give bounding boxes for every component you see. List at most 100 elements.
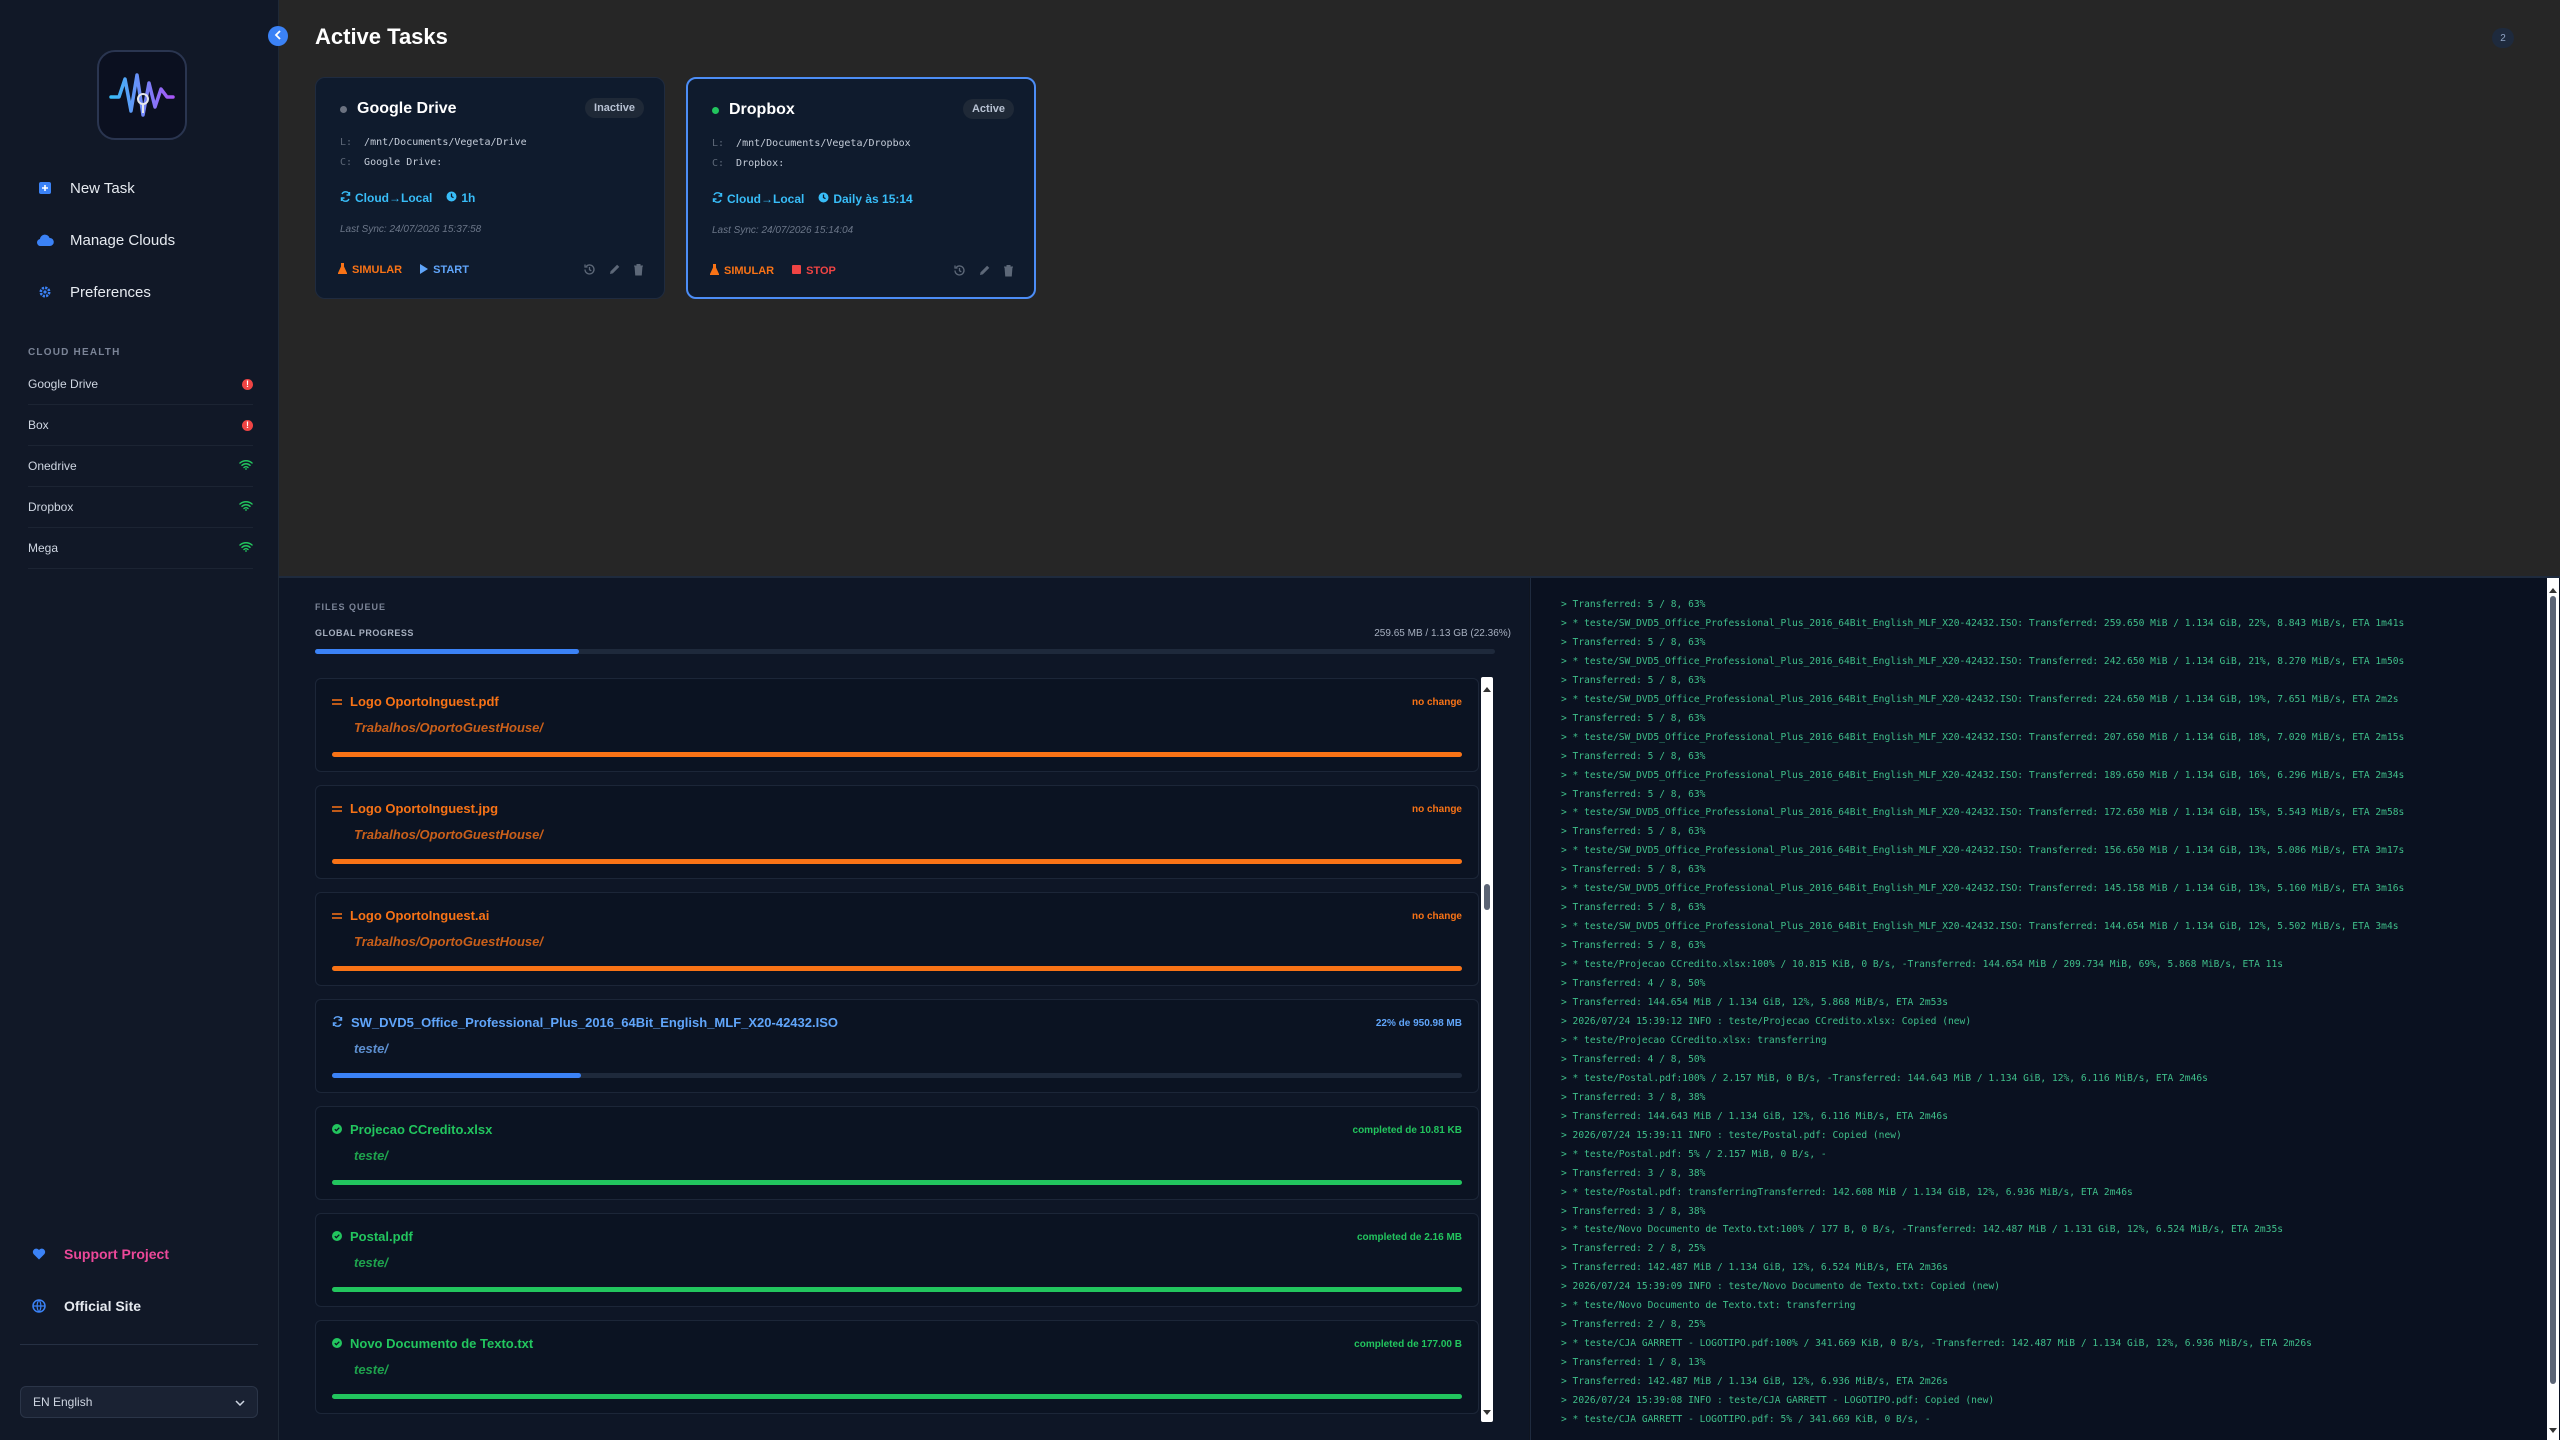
- simulate-button[interactable]: SIMULAR: [338, 263, 402, 277]
- history-icon[interactable]: [953, 264, 966, 282]
- local-key: L:: [340, 137, 353, 148]
- log-line: > Transferred: 5 / 8, 63%: [1561, 940, 1706, 952]
- file-name-label: Projecao CCredito.xlsx: [350, 1122, 493, 1137]
- cloud-health-title: CLOUD HEALTH: [28, 347, 121, 358]
- log-line: > Transferred: 3 / 8, 38%: [1561, 1091, 1706, 1103]
- direction-label: Cloud→Local: [727, 192, 805, 206]
- log-line: > * teste/CJA GARRETT - LOGOTIPO.pdf:100…: [1561, 1338, 2312, 1350]
- file-row[interactable]: Logo OportoInguest.ai Trabalhos/OportoGue…: [315, 892, 1479, 986]
- official-site-link[interactable]: Official Site: [28, 1286, 258, 1326]
- cloud-path-value: Google Drive:: [364, 157, 443, 168]
- wifi-icon: [239, 500, 253, 514]
- log-scroll-thumb[interactable]: [2550, 596, 2556, 1384]
- file-progress-bar: [332, 1073, 1462, 1078]
- task-name: Dropbox: [729, 101, 795, 118]
- trash-icon[interactable]: [1003, 264, 1014, 282]
- cloud-icon: [34, 234, 56, 247]
- file-directory: Trabalhos/OportoGuestHouse/: [354, 720, 544, 735]
- direction-chip: Cloud→Local: [712, 192, 804, 206]
- language-select[interactable]: EN English: [20, 1386, 258, 1418]
- log-line: > 2026/07/24 15:39:08 INFO : teste/CJA G…: [1561, 1395, 1995, 1407]
- trash-icon[interactable]: [633, 263, 644, 281]
- schedule-label: 1h: [461, 191, 476, 205]
- cloud-path-value: Dropbox:: [736, 158, 785, 169]
- stop-button[interactable]: STOP: [792, 264, 836, 278]
- history-icon[interactable]: [583, 263, 596, 281]
- file-status: no change: [1411, 804, 1462, 815]
- health-name: Mega: [28, 541, 59, 555]
- schedule-chip: Daily às 15:14: [818, 192, 913, 206]
- task-tools: [953, 264, 1014, 282]
- task-tools: [583, 263, 644, 281]
- simulate-button[interactable]: SIMULAR: [710, 264, 774, 278]
- sync-icon: [340, 191, 351, 205]
- log-line: > * teste/Projecao CCredito.xlsx:100% / …: [1561, 959, 2283, 971]
- file-row[interactable]: SW_DVD5_Office_Professional_Plus_2016_64…: [315, 999, 1479, 1093]
- waveform-logo-icon: [109, 73, 175, 117]
- file-name: Projecao CCredito.xlsx: [332, 1122, 492, 1137]
- local-path-value: /mnt/Documents/Vegeta/Drive: [364, 137, 527, 148]
- log-scrollbar[interactable]: [2547, 578, 2559, 1440]
- file-progress-bar: [332, 859, 1462, 864]
- start-button[interactable]: START: [420, 263, 469, 277]
- equals-icon: [332, 908, 342, 923]
- file-row[interactable]: Postal.pdf teste/completed de 2.16 MB: [315, 1213, 1479, 1307]
- stop-label: STOP: [806, 265, 836, 277]
- log-line: > Transferred: 5 / 8, 63%: [1561, 864, 1706, 876]
- log-line: > Transferred: 144.643 MiB / 1.134 GiB, …: [1561, 1110, 1948, 1122]
- task-card-dropbox[interactable]: Dropbox Active L: /mnt/Documents/Vegeta/D…: [686, 77, 1036, 299]
- file-progress-bar: [332, 1394, 1462, 1399]
- global-progress-value: 259.65 MB / 1.13 GB (22.36%): [1374, 628, 1511, 639]
- support-label: Support Project: [64, 1246, 170, 1262]
- log-line: > * teste/Novo Documento de Texto.txt: t…: [1561, 1300, 1856, 1312]
- log-line: > Transferred: 4 / 8, 50%: [1561, 1053, 1706, 1065]
- file-status: 22% de 950.98 MB: [1375, 1018, 1462, 1029]
- file-name-label: SW_DVD5_Office_Professional_Plus_2016_64…: [351, 1015, 838, 1030]
- queue-scrollbar[interactable]: [1481, 677, 1493, 1422]
- status-dot-icon: [340, 105, 347, 113]
- local-path: L: /mnt/Documents/Vegeta/Drive: [340, 137, 527, 148]
- schedule-chip: 1h: [446, 191, 475, 205]
- log-line: > Transferred: 5 / 8, 63%: [1561, 788, 1706, 800]
- file-row[interactable]: Logo OportoInguest.jpg Trabalhos/OportoGu…: [315, 785, 1479, 879]
- log-line: > Transferred: 5 / 8, 63%: [1561, 826, 1706, 838]
- task-actions: SIMULAR START: [338, 263, 469, 277]
- task-chips: Cloud→Local 1h: [340, 191, 475, 205]
- nav-manage-clouds[interactable]: Manage Clouds: [20, 218, 260, 262]
- file-status: completed de 2.16 MB: [1356, 1232, 1462, 1243]
- task-card-google-drive[interactable]: Google Drive Inactive L: /mnt/Documents/V…: [315, 77, 665, 299]
- log-line: > 2026/07/24 15:39:11 INFO : teste/Posta…: [1561, 1129, 1902, 1141]
- task-name: Google Drive: [357, 100, 457, 117]
- global-progress-bar: [315, 649, 1495, 654]
- sidebar: New Task Manage Clouds Preferences CLOUD…: [0, 0, 279, 1440]
- file-progress-bar: [332, 1180, 1462, 1185]
- log-line: > * teste/Postal.pdf: transferringTransf…: [1561, 1186, 2133, 1198]
- file-status: completed de 177.00 B: [1354, 1339, 1462, 1350]
- file-row[interactable]: Novo Documento de Texto.txt teste/complet…: [315, 1320, 1479, 1414]
- log-line: > * teste/SW_DVD5_Office_Professional_Pl…: [1561, 655, 2405, 667]
- queue-scroll-thumb[interactable]: [1484, 884, 1490, 910]
- local-path: L: /mnt/Documents/Vegeta/Dropbox: [712, 138, 911, 149]
- nav-preferences[interactable]: Preferences: [20, 270, 260, 314]
- file-row[interactable]: Logo OportoInguest.pdf Trabalhos/OportoGu…: [315, 678, 1479, 772]
- file-progress-fill: [332, 1394, 1462, 1399]
- last-sync: Last Sync: 24/07/2026 15:14:04: [712, 225, 854, 236]
- edit-icon[interactable]: [608, 263, 621, 281]
- file-row[interactable]: Projecao CCredito.xlsx teste/completed de…: [315, 1106, 1479, 1200]
- log-line: > Transferred: 1 / 8, 13%: [1561, 1357, 1706, 1369]
- file-name: Novo Documento de Texto.txt: [332, 1336, 533, 1351]
- direction-label: Cloud→Local: [355, 191, 433, 205]
- support-project-link[interactable]: Support Project: [28, 1234, 258, 1274]
- nav-new-task[interactable]: New Task: [20, 166, 260, 210]
- last-sync: Last Sync: 24/07/2026 15:37:58: [340, 224, 482, 235]
- log-lines: > Transferred: 5 / 8, 63% > * teste/SW_DV…: [1561, 596, 2521, 1430]
- log-line: > * teste/SW_DVD5_Office_Professional_Pl…: [1561, 617, 2405, 629]
- globe-icon: [28, 1299, 50, 1313]
- edit-icon[interactable]: [978, 264, 991, 282]
- collapse-sidebar-button[interactable]: [268, 26, 288, 46]
- task-count-badge: 2: [2492, 28, 2514, 48]
- sync-icon: [332, 1015, 343, 1030]
- file-progress-bar: [332, 966, 1462, 971]
- error-icon: !: [242, 419, 253, 431]
- file-directory: Trabalhos/OportoGuestHouse/: [354, 934, 544, 949]
